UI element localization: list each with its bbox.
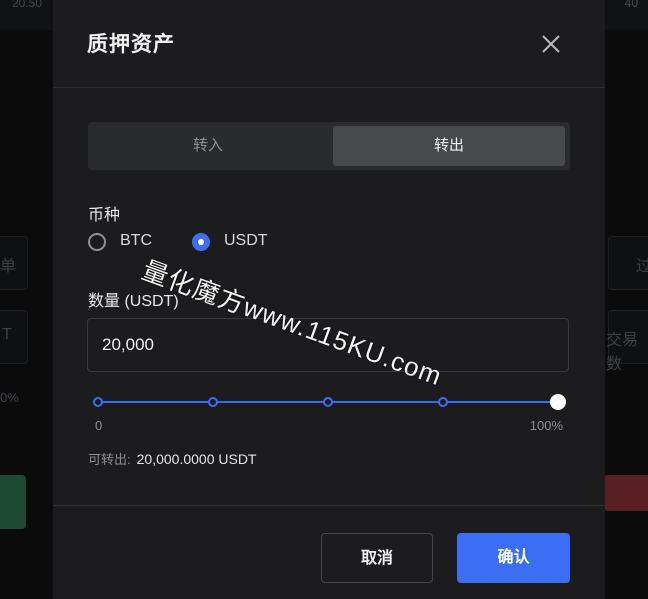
slider-handle[interactable] (550, 394, 566, 410)
footer-divider (53, 505, 605, 506)
slider-node-25[interactable] (208, 397, 218, 407)
available-value: 20,000.0000 USDT (136, 451, 257, 467)
confirm-button[interactable]: 确认 (457, 533, 570, 583)
close-icon[interactable] (539, 32, 563, 56)
available-label: 可转出: (88, 452, 131, 467)
background-buy-button (0, 475, 26, 529)
tab-transfer-out[interactable]: 转出 (333, 126, 565, 166)
coin-radio-usdt-label: USDT (224, 232, 268, 249)
slider-node-75[interactable] (438, 397, 448, 407)
slider-min-label: 0 (95, 418, 103, 433)
transfer-direction-tabs: 转入 转出 (88, 122, 570, 170)
slider-node-0[interactable] (93, 397, 103, 407)
quantity-slider[interactable] (93, 392, 566, 412)
background-value-left: 20.50 (12, 0, 43, 10)
dialog-title: 质押资产 (87, 33, 175, 56)
background-text-right-2: 交易数 (606, 332, 639, 373)
background-text-left-1: 单 (0, 258, 17, 275)
radio-checked-icon (192, 233, 210, 251)
coin-radio-btc-label: BTC (120, 232, 152, 249)
background-value-right: 40 (624, 0, 638, 10)
background-text-right-1: 过 (636, 258, 648, 275)
pledge-asset-dialog: 质押资产 转入 转出 币种 BTC USDT 数量 (USDT) 20,000 … (53, 0, 605, 599)
header-divider (53, 87, 605, 88)
slider-node-50[interactable] (323, 397, 333, 407)
slider-max-label: 100% (529, 418, 563, 433)
coin-label: 币种 (88, 207, 121, 224)
tab-transfer-in[interactable]: 转入 (92, 126, 324, 166)
background-text-left-2: T (2, 326, 12, 343)
radio-unchecked-icon (88, 233, 106, 251)
background-sell-button (604, 475, 648, 511)
cancel-button[interactable]: 取消 (321, 533, 433, 583)
background-text-left-3: 0% (0, 390, 19, 405)
available-amount: 可转出: 20,000.0000 USDT (88, 449, 256, 468)
